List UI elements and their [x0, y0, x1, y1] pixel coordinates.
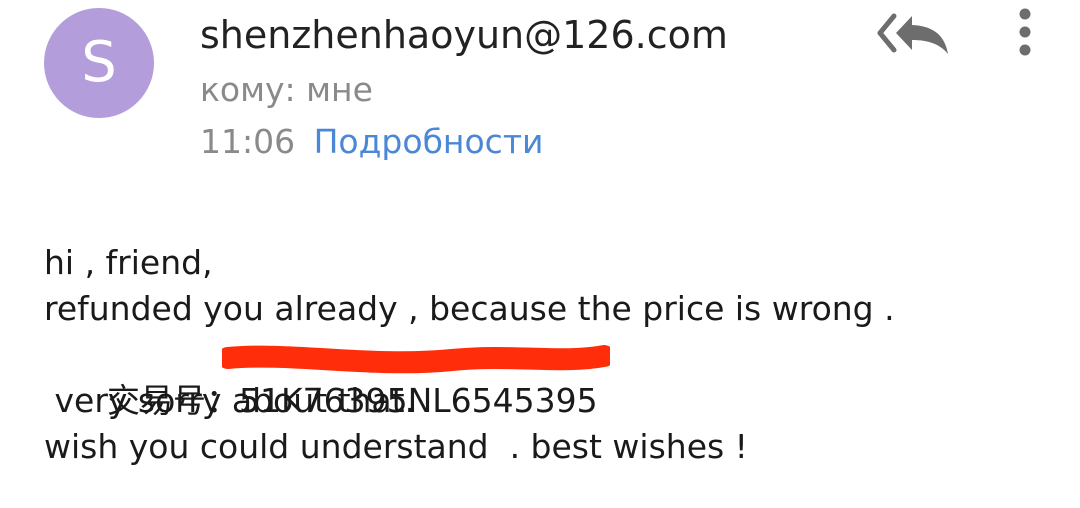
- more-vertical-icon: [1019, 8, 1031, 56]
- message-time: 11:06: [200, 122, 296, 161]
- message-meta: 11:06 Подробности: [200, 120, 544, 164]
- sender-avatar[interactable]: S: [44, 8, 154, 118]
- details-link[interactable]: Подробности: [314, 122, 544, 161]
- more-options-button[interactable]: [1008, 4, 1042, 60]
- transaction-number: 交易号：51K76395NL6545395: [106, 381, 598, 420]
- body-line-greeting: hi , friend,: [44, 243, 213, 282]
- body-line-transaction: 交易号：51K76395NL6545395: [44, 332, 1044, 420]
- redaction-scribble: [222, 345, 610, 374]
- body-line-closing: wish you could understand . best wishes …: [44, 427, 748, 466]
- reply-all-icon: [877, 13, 948, 54]
- body-line-refund: refunded you already , because the price…: [44, 289, 895, 328]
- sender-address[interactable]: shenzhenhaoyun@126.com: [200, 10, 728, 60]
- recipient-line: кому: мне: [200, 70, 373, 109]
- reply-all-button[interactable]: [876, 10, 954, 56]
- email-message-view: S shenzhenhaoyun@126.com кому: мне 11:06…: [0, 0, 1080, 508]
- message-body: hi , friend, refunded you already , beca…: [44, 240, 1044, 470]
